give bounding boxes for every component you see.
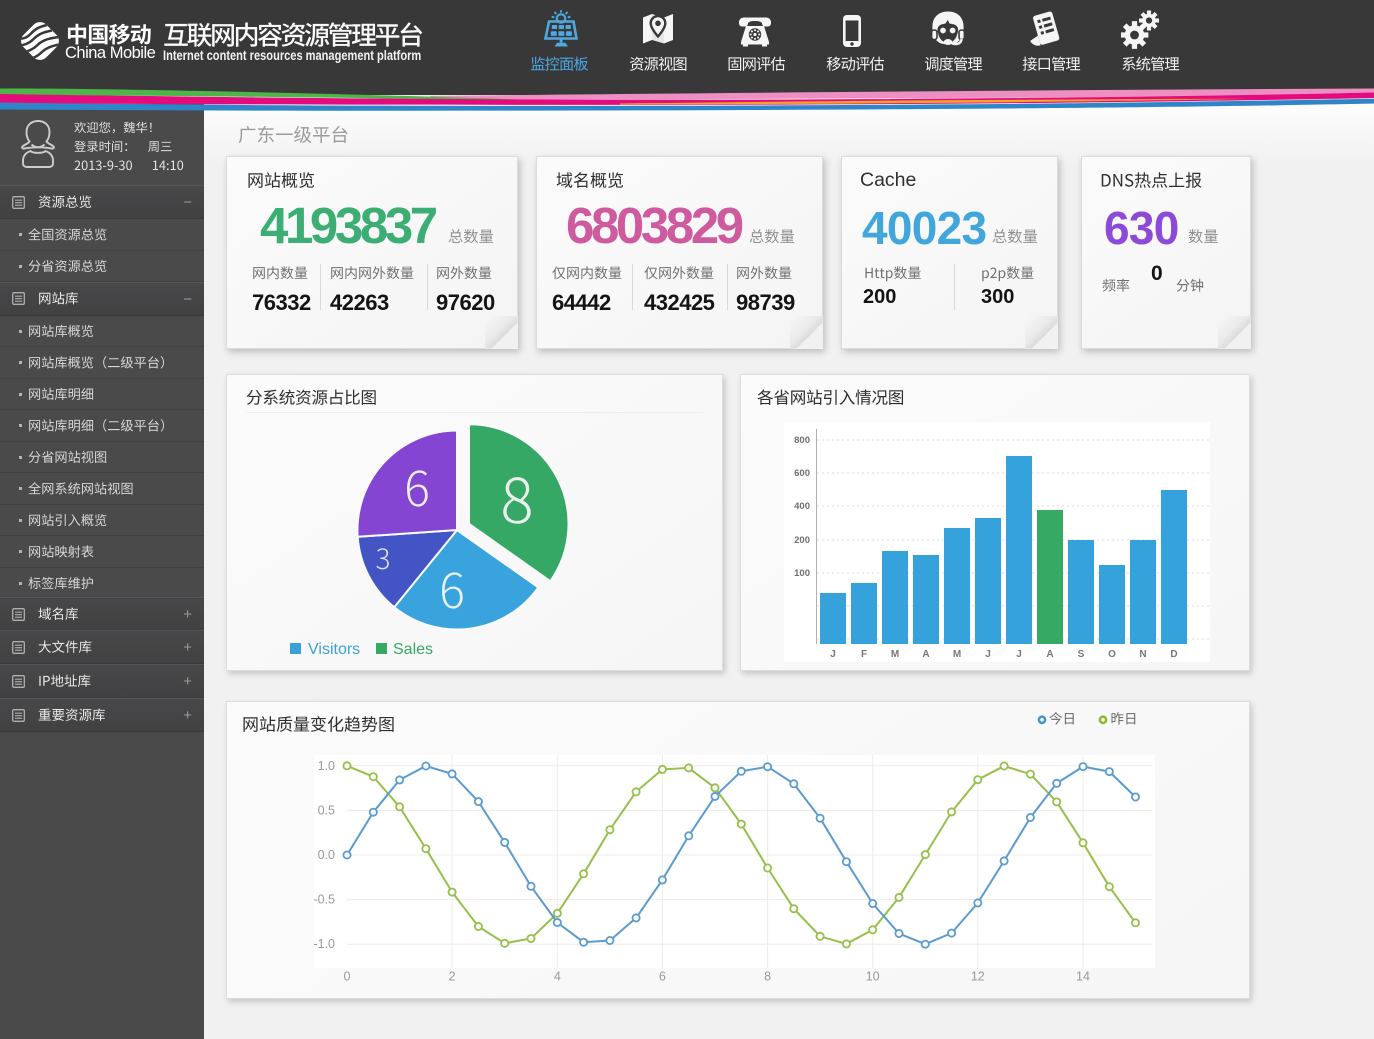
svg-text:S: S [1078, 649, 1085, 660]
svg-text:12: 12 [971, 970, 985, 984]
svg-text:O: O [1108, 649, 1116, 660]
svg-text:1.0: 1.0 [318, 759, 335, 773]
svg-text:J: J [1016, 649, 1022, 660]
svg-text:J: J [830, 649, 836, 660]
svg-text:0.5: 0.5 [318, 803, 335, 817]
svg-text:D: D [1170, 649, 1177, 660]
svg-text:-0.5: -0.5 [313, 893, 335, 907]
svg-text:A: A [1046, 649, 1053, 660]
svg-text:-1.0: -1.0 [313, 937, 335, 951]
svg-text:800: 800 [794, 435, 810, 446]
svg-text:600: 600 [794, 468, 810, 479]
svg-text:Sales: Sales [393, 641, 433, 658]
svg-text:400: 400 [794, 501, 810, 512]
svg-text:8: 8 [764, 970, 771, 984]
svg-text:Visitors: Visitors [308, 641, 360, 658]
svg-text:4: 4 [554, 970, 561, 984]
svg-text:0: 0 [344, 970, 351, 984]
svg-text:M: M [891, 649, 899, 660]
svg-text:100: 100 [794, 568, 810, 579]
svg-text:F: F [861, 649, 867, 660]
svg-text:M: M [953, 649, 961, 660]
svg-text:6: 6 [659, 970, 666, 984]
svg-text:14: 14 [1076, 970, 1090, 984]
svg-text:J: J [985, 649, 991, 660]
svg-text:10: 10 [866, 970, 880, 984]
svg-text:200: 200 [794, 535, 810, 546]
svg-text:N: N [1139, 649, 1146, 660]
svg-text:0.0: 0.0 [318, 848, 335, 862]
svg-text:2: 2 [449, 970, 456, 984]
svg-text:A: A [922, 649, 929, 660]
